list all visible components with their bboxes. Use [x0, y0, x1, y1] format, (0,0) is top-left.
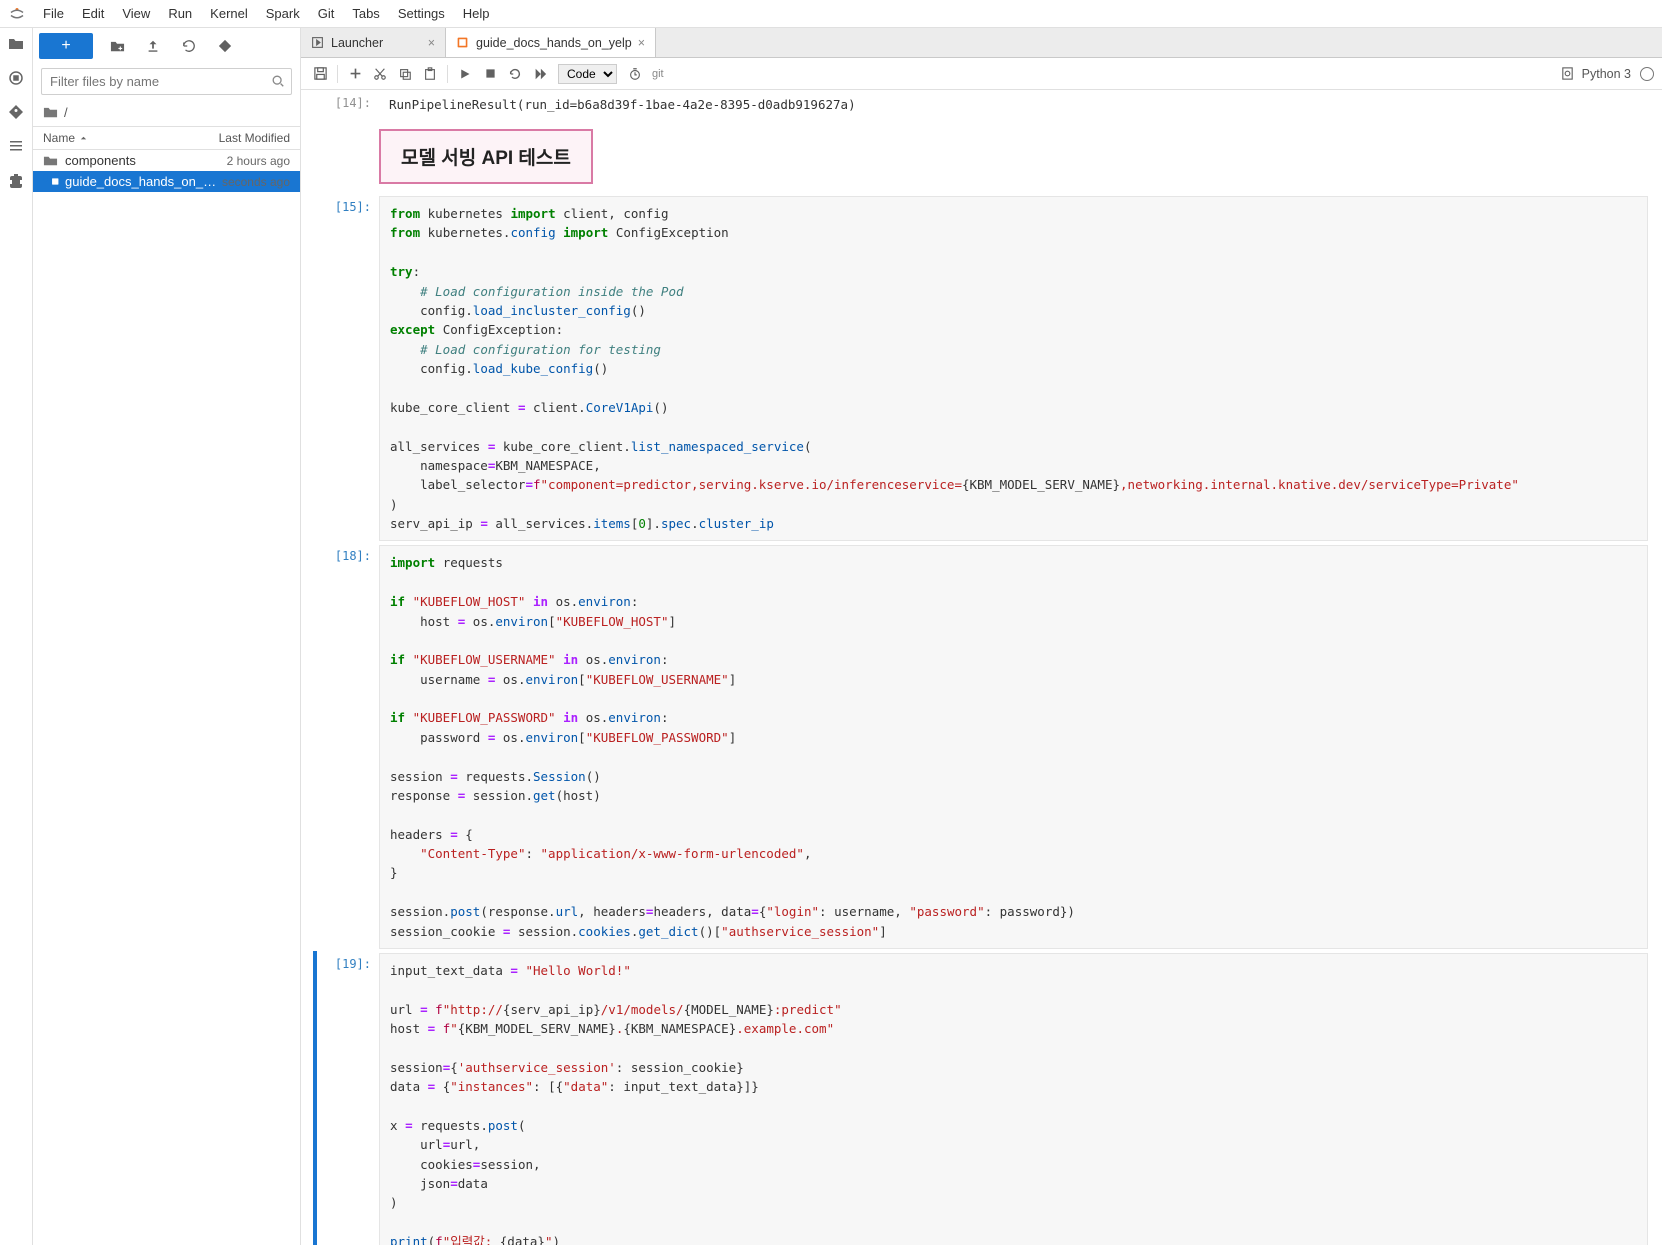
launcher-icon: [311, 36, 325, 50]
menu-tabs[interactable]: Tabs: [343, 2, 388, 25]
file-modified: seconds ago: [222, 175, 290, 189]
restart-icon[interactable]: [504, 63, 526, 85]
menu-spark[interactable]: Spark: [257, 2, 309, 25]
cell-markdown[interactable]: 모델 서빙 API 테스트: [301, 119, 1662, 194]
cell-code[interactable]: [15]:from kubernetes import client, conf…: [301, 194, 1662, 543]
copy-icon[interactable]: [394, 63, 416, 85]
menubar: FileEditViewRunKernelSparkGitTabsSetting…: [0, 0, 1662, 28]
kernel-status-icon[interactable]: [1640, 67, 1654, 81]
code-editor[interactable]: from kubernetes import client, config fr…: [379, 196, 1648, 541]
menu-help[interactable]: Help: [454, 2, 499, 25]
breadcrumb[interactable]: /: [33, 99, 300, 126]
folder-icon: [43, 105, 58, 120]
upload-icon[interactable]: [141, 34, 165, 58]
notebook-icon: [43, 174, 59, 189]
new-folder-icon[interactable]: [105, 34, 129, 58]
tab-bar: Launcher × guide_docs_hands_on_yelp ×: [301, 28, 1662, 58]
search-icon: [271, 74, 285, 88]
filter-input[interactable]: [41, 68, 292, 95]
new-launcher-button[interactable]: +: [39, 33, 93, 59]
file-modified: 2 hours ago: [227, 154, 290, 168]
cell-prompt: [18]:: [317, 545, 379, 949]
tab-label: Launcher: [331, 36, 422, 50]
column-modified[interactable]: Last Modified: [219, 131, 290, 145]
git-label[interactable]: git: [652, 68, 664, 80]
folder-icon[interactable]: [8, 36, 24, 52]
code-editor[interactable]: input_text_data = "Hello World!" url = f…: [379, 953, 1648, 1245]
file-browser: + / Name Last Modified components2: [33, 28, 301, 1245]
close-icon[interactable]: ×: [428, 36, 435, 50]
cell-prompt: [15]:: [317, 196, 379, 541]
run-icon[interactable]: [454, 63, 476, 85]
activity-bar: [0, 28, 33, 1245]
file-row[interactable]: components2 hours ago: [33, 150, 300, 171]
refresh-icon[interactable]: [177, 34, 201, 58]
timer-icon[interactable]: [624, 63, 646, 85]
toc-icon[interactable]: [8, 138, 24, 154]
extensions-icon[interactable]: [8, 172, 24, 188]
output-text: RunPipelineResult(run_id=b6a8d39f-1bae-4…: [379, 92, 1648, 117]
notebook-icon: [456, 36, 470, 50]
breadcrumb-root[interactable]: /: [64, 105, 68, 120]
menu-file[interactable]: File: [34, 2, 73, 25]
menu-run[interactable]: Run: [159, 2, 201, 25]
git-icon[interactable]: [8, 104, 24, 120]
file-name: guide_docs_hands_on_yelp_r...: [65, 174, 222, 189]
cell-prompt: [317, 121, 379, 192]
sort-asc-icon: [79, 134, 88, 143]
code-editor[interactable]: import requests if "KUBEFLOW_HOST" in os…: [379, 545, 1648, 949]
celltype-select[interactable]: Code: [558, 64, 617, 84]
cell-output[interactable]: [14]:RunPipelineResult(run_id=b6a8d39f-1…: [301, 90, 1662, 119]
cell-code[interactable]: [18]:import requests if "KUBEFLOW_HOST" …: [301, 543, 1662, 951]
notebook-toolbar: Code git Python 3: [301, 58, 1662, 90]
markdown-heading: 모델 서빙 API 테스트: [379, 129, 593, 184]
git-pull-icon[interactable]: [213, 34, 237, 58]
notebook-area[interactable]: [14]:RunPipelineResult(run_id=b6a8d39f-1…: [301, 90, 1662, 1245]
paste-icon[interactable]: [419, 63, 441, 85]
file-row[interactable]: guide_docs_hands_on_yelp_r...seconds ago: [33, 171, 300, 192]
cell-code[interactable]: [19]:input_text_data = "Hello World!" ur…: [301, 951, 1662, 1245]
menu-view[interactable]: View: [113, 2, 159, 25]
file-name: components: [65, 153, 227, 168]
tab-label: guide_docs_hands_on_yelp: [476, 36, 632, 50]
cell-prompt: [14]:: [317, 92, 379, 117]
cut-icon[interactable]: [369, 63, 391, 85]
column-name[interactable]: Name: [43, 131, 219, 145]
save-icon[interactable]: [309, 63, 331, 85]
kernel-name[interactable]: Python 3: [1582, 67, 1631, 81]
cell-prompt: [19]:: [317, 953, 379, 1245]
restart-run-all-icon[interactable]: [529, 63, 551, 85]
menu-git[interactable]: Git: [309, 2, 344, 25]
jupyter-logo: [8, 5, 26, 23]
menu-settings[interactable]: Settings: [389, 2, 454, 25]
close-icon[interactable]: ×: [638, 36, 645, 50]
folder-icon: [43, 153, 59, 168]
menu-edit[interactable]: Edit: [73, 2, 113, 25]
stop-icon[interactable]: [479, 63, 501, 85]
insert-cell-icon[interactable]: [344, 63, 366, 85]
menu-kernel[interactable]: Kernel: [201, 2, 257, 25]
ipynb-icon[interactable]: [1557, 63, 1579, 85]
tab-launcher[interactable]: Launcher ×: [301, 28, 446, 57]
tab-guide_docs_hands_on_yelp[interactable]: guide_docs_hands_on_yelp ×: [446, 28, 656, 57]
running-icon[interactable]: [8, 70, 24, 86]
